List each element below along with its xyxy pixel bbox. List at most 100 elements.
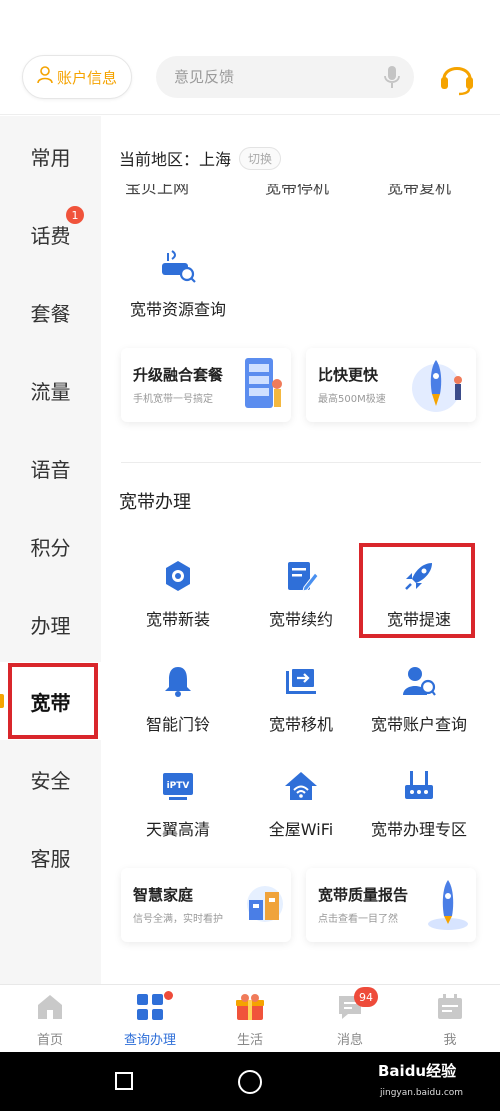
service-broadband-resource-query[interactable]: 宽带资源查询 xyxy=(113,246,243,336)
tab-home[interactable]: 首页 xyxy=(0,993,100,1048)
rocket-illustration-icon xyxy=(406,354,470,420)
service-smart-doorbell[interactable]: 智能门铃 xyxy=(113,661,243,751)
tab-me[interactable]: 我 xyxy=(400,993,500,1048)
promo-subtitle: 点击查看一目了然 xyxy=(318,914,398,925)
service-label: 全屋WiFi xyxy=(268,820,334,839)
search-input[interactable] xyxy=(174,68,364,86)
tab-messages[interactable]: 94 消息 xyxy=(300,987,400,1048)
user-icon xyxy=(37,66,53,88)
sidebar-item-data[interactable]: 流量 xyxy=(0,351,101,429)
content-panel: 当前地区：上海 切换 宝贝上网 宽带停机 宽带复机 宽带资源查询 升级融合套餐 … xyxy=(101,116,500,984)
edit-icon xyxy=(281,556,321,596)
sidebar-item-common[interactable]: 常用 xyxy=(0,117,101,195)
smart-home-illustration-icon xyxy=(239,874,285,940)
service-tianyi-hd[interactable]: iPTV 天翼高清 xyxy=(113,766,243,856)
sidebar-item-label: 话费 xyxy=(30,223,71,248)
calendar-icon xyxy=(436,993,464,1025)
recent-apps-icon[interactable] xyxy=(115,1072,133,1090)
sidebar-item-phone-bill[interactable]: 话费 xyxy=(0,195,101,273)
sidebar-item-handle[interactable]: 办理 xyxy=(0,585,101,663)
service-broadband-relocate[interactable]: 宽带移机 xyxy=(236,661,366,751)
gift-box-icon xyxy=(235,993,265,1025)
highlight-box xyxy=(8,663,98,739)
service-label: 宽带新装 xyxy=(145,610,210,629)
sidebar-item-label: 安全 xyxy=(30,768,71,793)
sidebar-item-points[interactable]: 积分 xyxy=(0,507,101,585)
move-icon xyxy=(281,661,321,701)
service-broadband-account-query[interactable]: 宽带账户查询 xyxy=(354,661,484,751)
promo-card-smart-home[interactable]: 智慧家庭 信号全满，实时看护 xyxy=(121,868,291,942)
highlight-box xyxy=(359,543,475,638)
sidebar-item-label: 语音 xyxy=(30,457,71,482)
headset-icon[interactable] xyxy=(437,57,477,101)
microphone-icon[interactable] xyxy=(384,65,400,93)
home-icon xyxy=(36,993,64,1025)
tab-label: 我 xyxy=(443,1033,457,1048)
notification-badge: 1 xyxy=(66,206,84,224)
promo-subtitle: 信号全满，实时看护 xyxy=(133,914,223,925)
region-switch-button[interactable]: 切换 xyxy=(239,146,282,170)
service-whole-home-wifi[interactable]: 全屋WiFi xyxy=(236,766,366,856)
promo-title: 升级融合套餐 xyxy=(133,366,224,384)
sidebar-item-broadband[interactable]: 宽带 xyxy=(0,662,101,740)
report-illustration-icon xyxy=(424,874,470,940)
service-label: 宽带资源查询 xyxy=(129,300,226,319)
bell-icon xyxy=(158,661,198,701)
account-info-button[interactable]: 账户信息 xyxy=(22,55,132,99)
gear-icon xyxy=(158,556,198,596)
partial-service-row: 宝贝上网 宽带停机 宽带复机 xyxy=(101,184,500,204)
service-label: 宽带账户查询 xyxy=(370,715,467,734)
tab-label: 查询办理 xyxy=(123,1033,176,1048)
system-navigation-bar: Baidu经验 jingyan.baidu.com xyxy=(0,1052,500,1111)
service-label[interactable]: 宽带停机 xyxy=(265,184,329,198)
service-label[interactable]: 宝贝上网 xyxy=(125,184,189,198)
tab-life[interactable]: 生活 xyxy=(200,993,300,1048)
iptv-text: iPTV xyxy=(167,781,190,791)
section-title-broadband: 宽带办理 xyxy=(119,492,191,513)
region-selector: 当前地区：上海 切换 xyxy=(119,146,282,170)
search-bar[interactable] xyxy=(156,56,414,98)
sidebar-item-label: 流量 xyxy=(30,379,71,404)
region-label: 当前地区：上海 xyxy=(119,150,232,169)
sidebar-item-label: 办理 xyxy=(30,613,71,638)
promo-subtitle: 最高500M极速 xyxy=(318,394,386,405)
sidebar-item-voice[interactable]: 语音 xyxy=(0,429,101,507)
router-icon xyxy=(399,766,439,806)
sidebar-item-security[interactable]: 安全 xyxy=(0,740,101,818)
service-label: 智能门铃 xyxy=(145,715,210,734)
service-broadband-new-install[interactable]: 宽带新装 xyxy=(113,556,243,646)
service-label: 天翼高清 xyxy=(145,820,210,839)
sidebar-item-label: 积分 xyxy=(30,535,71,560)
sidebar-item-plan[interactable]: 套餐 xyxy=(0,273,101,351)
iptv-icon: iPTV xyxy=(158,766,198,806)
messages-badge: 94 xyxy=(354,987,378,1007)
section-divider xyxy=(121,462,481,463)
sidebar-item-label: 常用 xyxy=(30,145,71,170)
user-search-icon xyxy=(399,661,439,701)
watermark-logo: Baidu经验 xyxy=(378,1062,457,1080)
top-bar: 账户信息 xyxy=(0,0,500,115)
tab-label: 首页 xyxy=(36,1033,63,1048)
tab-query-handle[interactable]: 查询办理 xyxy=(100,991,200,1048)
sidebar-item-service[interactable]: 客服 xyxy=(0,818,101,896)
router-search-icon xyxy=(158,246,198,286)
service-label[interactable]: 宽带复机 xyxy=(387,184,451,198)
phone-illustration-icon xyxy=(239,354,285,420)
sidebar-item-label: 客服 xyxy=(30,846,71,871)
promo-title: 比快更快 xyxy=(318,366,379,384)
category-sidebar: 常用 话费 套餐 流量 语音 积分 办理 宽带 安全 客服 xyxy=(0,116,101,984)
grid-icon xyxy=(136,993,164,1025)
service-broadband-renewal[interactable]: 宽带续约 xyxy=(236,556,366,646)
promo-card-upgrade-bundle[interactable]: 升级融合套餐 手机宽带一号搞定 xyxy=(121,348,291,422)
service-label: 宽带续约 xyxy=(268,610,333,629)
home-wifi-icon xyxy=(281,766,321,806)
account-info-label: 账户信息 xyxy=(56,68,117,87)
home-button-icon[interactable] xyxy=(238,1070,262,1094)
bottom-navigation: 首页 查询办理 生活 94 消息 我 xyxy=(0,984,500,1052)
promo-subtitle: 手机宽带一号搞定 xyxy=(133,394,213,405)
notification-dot xyxy=(164,991,173,1000)
service-broadband-zone[interactable]: 宽带办理专区 xyxy=(354,766,484,856)
promo-card-quality-report[interactable]: 宽带质量报告 点击查看一目了然 xyxy=(306,868,476,942)
active-marker xyxy=(0,694,4,708)
promo-card-faster[interactable]: 比快更快 最高500M极速 xyxy=(306,348,476,422)
